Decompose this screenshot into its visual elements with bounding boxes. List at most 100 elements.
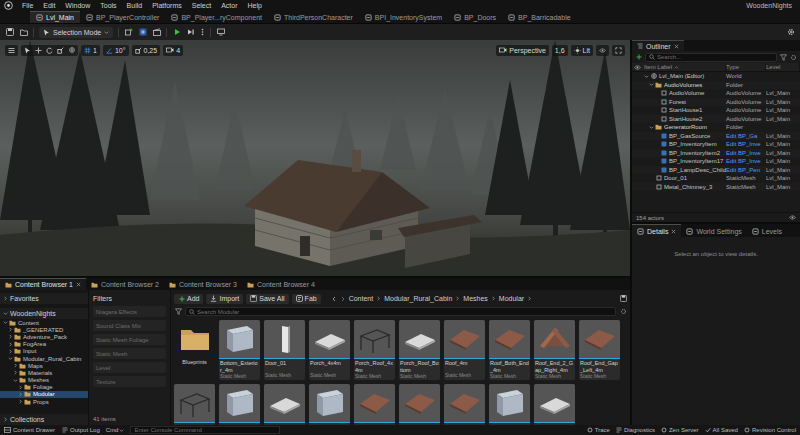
content-browser-tab[interactable]: Content Browser 3: [164, 278, 242, 290]
outliner-row[interactable]: BP_LampDesc_ChildEdit BP_PenLvl_Main: [632, 166, 800, 175]
import-button[interactable]: Import: [206, 294, 243, 304]
viewport-control[interactable]: Lit: [571, 45, 593, 56]
column-header[interactable]: Item Label: [642, 63, 726, 71]
outliner-tab[interactable]: Outliner: [632, 40, 684, 51]
viewport-control[interactable]: 4: [163, 45, 183, 56]
outliner-search-input[interactable]: [657, 53, 773, 61]
more-icon[interactable]: [200, 28, 205, 37]
menu-item[interactable]: Edit: [38, 2, 60, 9]
play-icon[interactable]: [172, 28, 181, 37]
outliner-row[interactable]: GeneratorRoomFolder: [632, 123, 800, 132]
menu-item[interactable]: Actor: [216, 2, 242, 9]
document-tab[interactable]: BPI_InventorySystem: [359, 11, 448, 23]
settings-icon[interactable]: [619, 308, 627, 316]
outliner-row[interactable]: BP_InventoryItem2Edit BP_InveLvl_Main: [632, 149, 800, 158]
details-tab[interactable]: Details: [632, 224, 681, 237]
status-item[interactable]: Diagnostics: [616, 427, 655, 433]
status-item[interactable]: Zen Server: [661, 427, 699, 433]
cmd-dropdown[interactable]: Cmd: [106, 427, 125, 433]
viewport-control[interactable]: Perspective: [496, 45, 549, 56]
document-tab[interactable]: BP_Player...ryComponent: [165, 11, 268, 23]
asset-search-field[interactable]: [185, 307, 616, 316]
expander[interactable]: [654, 167, 659, 172]
status-button[interactable]: Output Log: [61, 427, 100, 433]
breadcrumb-item[interactable]: Meshes: [463, 295, 488, 302]
filter-chip[interactable]: Static Mesh: [93, 348, 166, 359]
outliner-row[interactable]: AudioVolumeAudioVolumeLvl_Main: [632, 89, 800, 98]
cinematics-icon[interactable]: [152, 28, 161, 37]
filter-chip[interactable]: Texture: [93, 376, 166, 387]
viewport-control[interactable]: [596, 45, 609, 56]
fab-button[interactable]: Fab: [292, 294, 321, 304]
menu-item[interactable]: Platforms: [147, 2, 187, 9]
folder-tree-item[interactable]: Materials: [0, 369, 88, 376]
asset-tile[interactable]: Bottom_Exterior_4mStatic Mesh: [219, 320, 260, 380]
viewport[interactable]: 110°0,254Perspective1,6Lit: [0, 40, 630, 276]
asset-tile[interactable]: Roof_End_2_Gap_Right_4mStatic Mesh: [534, 320, 575, 380]
platforms-icon[interactable]: [216, 28, 225, 37]
document-tab[interactable]: Lvl_Main: [30, 11, 80, 23]
folder-tree-item[interactable]: Foliage: [0, 384, 88, 391]
asset-tile[interactable]: Roof_4mStatic Mesh: [444, 320, 485, 380]
details-tab[interactable]: World Settings: [681, 224, 746, 237]
folder-tree-item[interactable]: FogArea: [0, 341, 88, 348]
folder-tree-item[interactable]: Modular: [0, 391, 88, 398]
breadcrumb-item[interactable]: Modular: [499, 295, 524, 302]
expander[interactable]: [654, 116, 659, 121]
asset-tile[interactable]: Door_01Static Mesh: [264, 320, 305, 380]
expander[interactable]: [644, 74, 649, 79]
console-input[interactable]: [130, 426, 280, 434]
asset-tile[interactable]: [219, 384, 260, 425]
add-icon[interactable]: [635, 54, 642, 61]
asset-tile[interactable]: Porch_Roof_BottomStatic Mesh: [399, 320, 440, 380]
viewport-control[interactable]: [21, 45, 78, 56]
filter-icon[interactable]: [780, 54, 787, 61]
mode-dropdown[interactable]: Selection Mode: [39, 27, 113, 38]
asset-tile[interactable]: Blueprints: [174, 320, 215, 380]
type-cell[interactable]: Edit BP_Ga: [726, 133, 766, 139]
details-tab[interactable]: Levels: [747, 224, 787, 237]
folder-tree-item[interactable]: Input: [0, 348, 88, 355]
expander[interactable]: [654, 133, 659, 138]
menu-item[interactable]: Window: [60, 2, 95, 9]
column-header[interactable]: Level: [766, 63, 800, 71]
asset-tile[interactable]: Roof_End_Gap_Left_4mStatic Mesh: [579, 320, 620, 380]
document-tab[interactable]: BP_Barricadable: [502, 11, 577, 23]
close-icon[interactable]: [671, 229, 676, 234]
type-cell[interactable]: Edit BP_Pen: [726, 167, 766, 173]
close-icon[interactable]: [76, 282, 81, 287]
expander[interactable]: [649, 82, 654, 87]
settings-icon[interactable]: [786, 28, 795, 37]
type-cell[interactable]: Edit BP_Inve: [726, 150, 766, 156]
outliner-row[interactable]: Lvl_Main (Editor)World: [632, 72, 800, 81]
folder-tree-item[interactable]: Modular_Rural_Cabin: [0, 355, 88, 362]
document-tab[interactable]: BP_PlayerController: [80, 11, 165, 23]
filter-chip[interactable]: Niagara Effects: [93, 306, 166, 317]
favorites-header[interactable]: Favorites: [0, 293, 88, 304]
expander[interactable]: [654, 99, 659, 104]
asset-tile[interactable]: [534, 384, 575, 425]
asset-tile[interactable]: [309, 384, 350, 425]
column-header[interactable]: Type: [726, 63, 766, 71]
collections-header[interactable]: Collections: [0, 414, 88, 425]
content-browser-tab[interactable]: Content Browser 4: [242, 278, 320, 290]
lock-icon[interactable]: [620, 295, 627, 302]
menu-item[interactable]: Help: [243, 2, 267, 9]
expander[interactable]: [654, 150, 659, 155]
filter-chip[interactable]: Level: [93, 362, 166, 373]
outliner-row[interactable]: BP_GasSourceEdit BP_GaLvl_Main: [632, 132, 800, 141]
document-tab[interactable]: BP_Doors: [448, 11, 502, 23]
status-item[interactable]: Revision Control: [744, 427, 796, 433]
viewport-control[interactable]: [5, 45, 18, 56]
folder-tree-item[interactable]: Meshes: [0, 377, 88, 384]
outliner-row[interactable]: StartHouse2AudioVolumeLvl_Main: [632, 115, 800, 124]
status-item[interactable]: Trace: [587, 427, 610, 433]
type-cell[interactable]: Edit BP_Inve: [726, 141, 766, 147]
document-tab[interactable]: ThirdPersonCharacter: [268, 11, 359, 23]
outliner-row[interactable]: StartHouse1AudioVolumeLvl_Main: [632, 106, 800, 115]
folder-tree-item[interactable]: Adventure_Pack: [0, 333, 88, 340]
status-item[interactable]: All Saved: [705, 427, 738, 433]
forward-icon[interactable]: [340, 296, 346, 302]
expander[interactable]: [654, 142, 659, 147]
viewport-control[interactable]: 10°: [103, 45, 129, 56]
